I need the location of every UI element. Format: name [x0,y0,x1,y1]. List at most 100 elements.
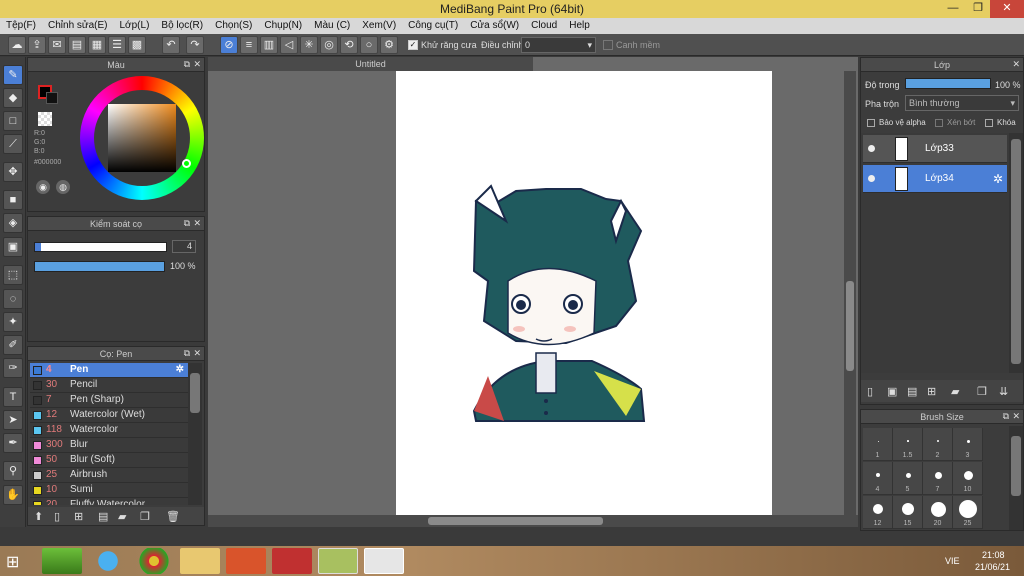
brush-properties-icon[interactable]: ▤ [98,510,108,523]
new-layer-icon[interactable]: ▯ [867,385,873,398]
lasso-icon[interactable]: ◌ [3,289,23,309]
settings-icon[interactable]: ⚙ [380,36,398,54]
redo-icon[interactable]: ↷ [186,36,204,54]
dropper-tool-icon[interactable]: ✒ [3,433,23,453]
new-color-layer-icon[interactable]: ▤ [907,385,917,398]
menu-window[interactable]: Cửa sổ(W) [470,18,519,31]
operation-tool-icon[interactable]: ➤ [3,410,23,430]
layer-opacity-slider[interactable] [905,78,991,89]
vanish-snap-icon[interactable]: ◁ [280,36,298,54]
brush-item[interactable]: 10 Sumi [30,483,188,498]
select-eraser-icon[interactable]: ✑ [3,358,23,378]
expand-icon[interactable]: ⧉ [184,59,190,70]
saturation-value-square[interactable] [108,104,176,172]
comment-icon[interactable]: ▤ [68,36,86,54]
brush-list-scrollbar[interactable] [188,363,202,505]
hue-marker[interactable] [182,159,191,168]
close-icon[interactable]: ✕ [1012,411,1020,422]
close-icon[interactable]: ✕ [1012,59,1020,70]
layer-row[interactable]: Lớp34 ✲ [863,165,1007,193]
transparent-swatch[interactable] [38,112,52,126]
document-tab[interactable]: Untitled [208,57,533,71]
layer-row[interactable]: Lớp33 [863,135,1007,163]
expand-icon[interactable]: ⧉ [1003,411,1009,422]
page-icon[interactable]: ▦ [88,36,106,54]
line-tool-icon[interactable]: ⟋ [3,134,23,154]
menu-help[interactable]: Help [569,18,590,31]
folder-icon[interactable]: ▰ [951,385,959,398]
select-pen-icon[interactable]: ✐ [3,335,23,355]
powerpoint-icon[interactable] [226,548,266,574]
internet-explorer-icon[interactable] [88,548,128,574]
edge-checkbox[interactable] [603,40,613,50]
vertical-scrollbar[interactable] [844,71,856,515]
brush-size-cell[interactable]: 1.5 [893,428,923,461]
folder-icon[interactable]: ▰ [118,510,126,523]
medibang-paint-icon[interactable] [364,548,404,574]
magic-wand-icon[interactable]: ✦ [3,312,23,332]
move-tool-icon[interactable]: ✥ [3,162,23,182]
close-button[interactable]: ✕ [990,0,1024,18]
eyedropper-icon[interactable]: ⚲ [3,461,23,481]
clipping-checkbox[interactable] [935,119,943,127]
brush-size-cell[interactable]: 4 [863,462,893,495]
brush-size-cell[interactable]: 1 [863,428,893,461]
cloud-icon[interactable]: ☁ [8,36,26,54]
brush-size-cell[interactable]: 12 [863,496,893,529]
eraser-tool-icon[interactable]: ◆ [3,88,23,108]
menu-layer[interactable]: Lớp(L) [120,18,150,31]
brush-item[interactable]: 7 Pen (Sharp) [30,393,188,408]
visibility-eye-icon[interactable] [868,145,875,152]
brush-opacity-slider[interactable] [34,261,165,272]
close-icon[interactable]: ✕ [193,218,201,229]
brush-item[interactable]: 25 Airbrush [30,468,188,483]
new-brush-icon[interactable]: ▯ [54,510,60,523]
brush-size-cell[interactable]: 15 [893,496,923,529]
fill-rect-tool-icon[interactable]: ■ [3,190,23,210]
brush-size-value[interactable]: 4 [172,240,196,253]
brush-tool-icon[interactable]: ✎ [3,65,23,85]
lock-checkbox[interactable] [985,119,993,127]
menu-tools[interactable]: Công cụ(T) [408,18,458,31]
chat-icon[interactable]: ✉ [48,36,66,54]
text-tool-icon[interactable]: T [3,387,23,407]
circle-snap-icon[interactable]: ○ [360,36,378,54]
layer-list-scrollbar[interactable] [1009,133,1023,373]
add-layer-menu-icon[interactable]: ⊞ [927,385,936,398]
cross-snap-icon[interactable]: ▥ [260,36,278,54]
medibang-launcher-icon[interactable] [318,548,358,574]
minimize-button[interactable]: — [940,0,966,18]
brush-size-slider[interactable] [34,242,167,252]
brush-size-scrollbar[interactable] [1009,426,1023,530]
menu-file[interactable]: Tệp(F) [6,18,36,31]
radial-snap-icon[interactable]: ✳ [300,36,318,54]
expand-icon[interactable]: ⧉ [184,348,190,359]
brush-size-cell[interactable]: 5 [893,462,923,495]
background-color-swatch[interactable] [46,92,58,104]
menu-snap[interactable]: Chụp(N) [264,18,302,31]
snap-off-icon[interactable]: ⊘ [220,36,238,54]
drawing-canvas[interactable] [396,71,772,515]
brush-item[interactable]: 300 Blur [30,438,188,453]
share-icon[interactable]: ⇪ [28,36,46,54]
duplicate-icon[interactable]: ❐ [140,510,150,523]
trash-icon[interactable]: 🗑 [166,510,180,523]
rectangle-tool-icon[interactable]: □ [3,111,23,131]
expand-icon[interactable]: ⧉ [184,218,190,229]
close-icon[interactable]: ✕ [193,59,201,70]
curve-snap-icon[interactable]: ⟲ [340,36,358,54]
palette-add-icon[interactable]: ◍ [56,180,70,194]
brush-size-cell[interactable]: 20 [923,496,953,529]
bucket-tool-icon[interactable]: ◈ [3,213,23,233]
menu-cloud[interactable]: Cloud [531,18,557,31]
concentric-snap-icon[interactable]: ◎ [320,36,338,54]
brush-item[interactable]: 50 Blur (Soft) [30,453,188,468]
brush-size-cell[interactable]: 2 [923,428,953,461]
blend-mode-dropdown[interactable]: Bình thường ▾ [905,95,1019,111]
undo-icon[interactable]: ↶ [162,36,180,54]
brush-add-menu-icon[interactable]: ⊞ [74,510,83,523]
brush-item[interactable]: 30 Pencil [30,378,188,393]
menu-filter[interactable]: Bộ lọc(R) [161,18,203,31]
add-brush-icon[interactable]: ⬆ [34,510,43,523]
hand-tool-icon[interactable]: ✋ [3,485,23,505]
